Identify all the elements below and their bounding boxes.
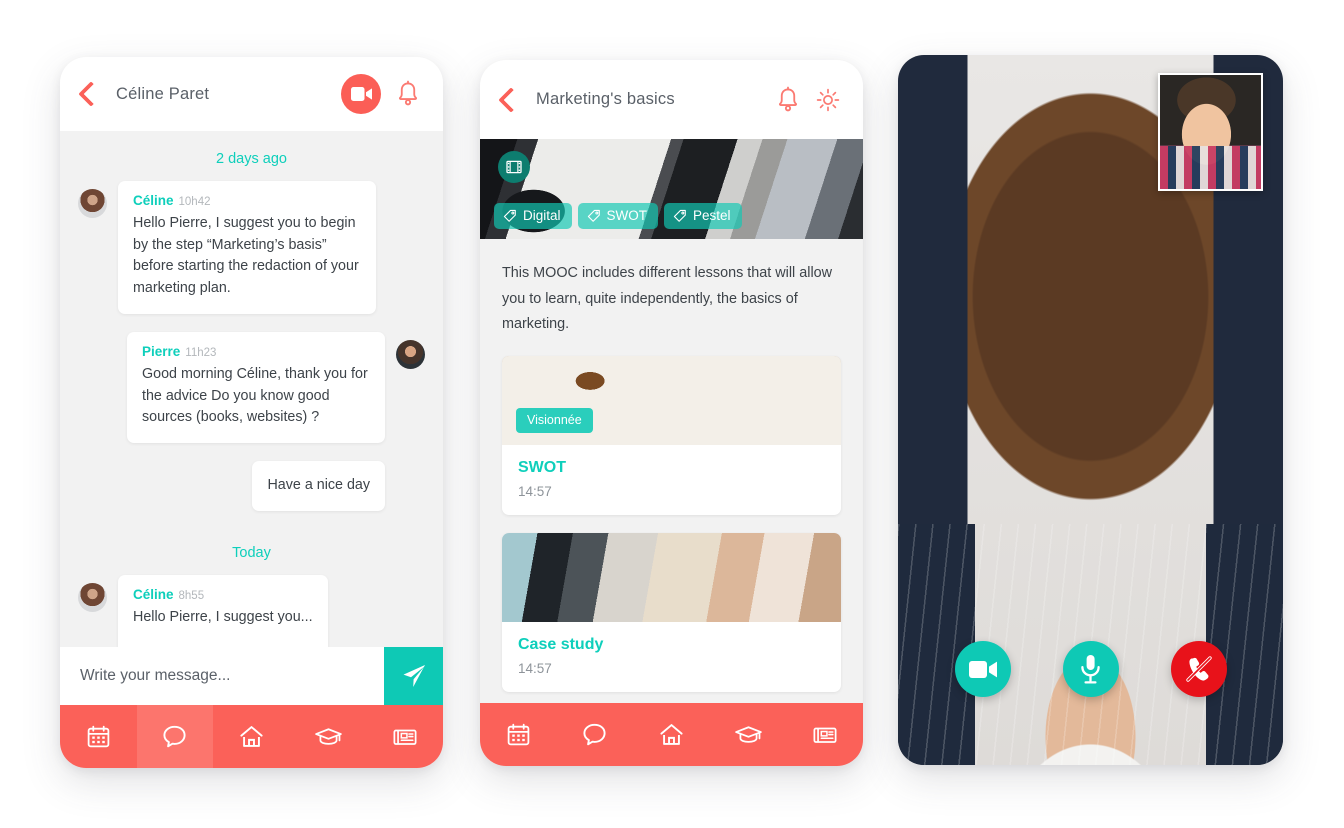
lesson-duration: 14:57: [518, 660, 552, 676]
avatar: [78, 582, 107, 612]
message-text: Have a nice day: [267, 477, 370, 494]
course-description: This MOOC includes different lessons tha…: [502, 265, 833, 333]
toggle-camera-button[interactable]: [954, 641, 1011, 697]
course-panel: Marketing's basics Digital SWOT Pestel T…: [480, 60, 863, 766]
message-text: Hello Pierre, I suggest you to begin by …: [133, 215, 359, 297]
lesson-watched-badge: Visionnée: [516, 407, 593, 433]
gear-icon[interactable]: [815, 86, 841, 114]
message-input[interactable]: [60, 667, 384, 685]
message-row: Pierre 11h23 Good morning Céline, thank y…: [78, 331, 425, 444]
calendar-icon: [87, 725, 110, 748]
home-icon: [660, 724, 683, 745]
tab-home[interactable]: [633, 703, 710, 766]
bottom-tabbar: [480, 703, 863, 766]
course-tag-label: Pestel: [693, 208, 731, 223]
chat-header: Céline Paret: [60, 57, 443, 131]
compose-bar: [60, 647, 443, 705]
message-bubble[interactable]: Pierre 11h23 Good morning Céline, thank y…: [127, 331, 385, 444]
message-sender: Céline: [133, 193, 174, 208]
course-hero-image: Digital SWOT Pestel: [480, 139, 863, 239]
tag-icon: [587, 209, 600, 222]
message-time: 11h23: [185, 346, 217, 359]
video-camera-icon: [968, 660, 997, 678]
message-row: Céline 10h42 Hello Pierre, I suggest you …: [78, 181, 425, 314]
news-icon: [813, 727, 837, 743]
play-video-badge[interactable]: [498, 151, 530, 183]
message-meta: Céline 10h42: [133, 192, 361, 210]
tag-icon: [673, 209, 686, 222]
message-time: 8h55: [178, 589, 205, 602]
lesson-card-swot[interactable]: Visionnée SWOT 14:57: [502, 355, 841, 515]
tab-home[interactable]: [213, 705, 290, 768]
bell-icon[interactable]: [775, 86, 801, 114]
toggle-microphone-button[interactable]: [1062, 641, 1119, 697]
hang-up-button[interactable]: [1170, 641, 1227, 697]
tab-chat[interactable]: [136, 705, 214, 768]
graduation-cap-icon: [314, 728, 342, 745]
film-reel-icon: [506, 160, 522, 174]
date-separator-second: Today: [232, 544, 271, 561]
tab-chat[interactable]: [557, 703, 634, 766]
message-text: Good morning Céline, thank you for the a…: [142, 365, 368, 426]
course-tag[interactable]: Pestel: [664, 203, 742, 229]
chat-contact-name: Céline Paret: [116, 84, 210, 103]
tab-calendar[interactable]: [480, 703, 557, 766]
course-header: Marketing's basics: [480, 60, 863, 139]
send-button[interactable]: [384, 647, 443, 705]
bell-icon[interactable]: [395, 80, 421, 108]
video-call-button[interactable]: [341, 74, 381, 114]
lesson-title: SWOT: [518, 458, 566, 476]
lesson-duration: 14:57: [518, 483, 552, 499]
lesson-thumb-image: [502, 532, 841, 622]
calendar-icon: [507, 723, 530, 746]
message-meta: Pierre 11h23: [142, 343, 370, 361]
lesson-thumbnail: Visionnée: [502, 355, 841, 445]
message-time: 10h42: [178, 196, 211, 208]
chat-bubble-icon: [583, 723, 606, 746]
course-tag-list: Digital SWOT Pestel: [494, 203, 742, 229]
course-content[interactable]: This MOOC includes different lessons tha…: [480, 239, 863, 766]
message-row: Have a nice day: [78, 461, 425, 511]
course-tag[interactable]: Digital: [494, 203, 572, 229]
lesson-title: Case study: [518, 635, 604, 653]
date-separator-first: 2 days ago: [216, 151, 287, 167]
tab-news[interactable]: [786, 703, 863, 766]
message-text: Hello Pierre, I suggest you...: [133, 608, 313, 625]
message-sender: Pierre: [142, 343, 181, 359]
course-tag-label: SWOT: [606, 208, 648, 223]
message-meta: Céline 8h55: [133, 586, 313, 604]
course-tag-label: Digital: [523, 208, 561, 223]
news-icon: [393, 729, 417, 745]
tab-courses[interactable]: [290, 705, 367, 768]
tab-courses[interactable]: [710, 703, 787, 766]
tab-news[interactable]: [366, 705, 443, 768]
bottom-tabbar: [60, 705, 443, 768]
avatar: [396, 339, 425, 369]
video-call-panel: [898, 55, 1283, 765]
lesson-info: Case study 14:57: [502, 622, 841, 692]
send-paper-plane-icon: [403, 665, 425, 687]
microphone-icon: [1081, 655, 1100, 684]
back-chevron-icon[interactable]: [498, 86, 524, 113]
tag-icon: [503, 209, 516, 222]
message-sender: Céline: [133, 586, 174, 602]
message-bubble[interactable]: Céline 10h42 Hello Pierre, I suggest you …: [118, 181, 376, 314]
avatar: [78, 189, 107, 218]
back-chevron-icon[interactable]: [78, 81, 104, 107]
call-controls: [898, 641, 1283, 697]
chat-bubble-icon: [163, 725, 186, 748]
video-camera-icon: [350, 87, 372, 101]
lesson-card-case-study[interactable]: Case study 14:57: [502, 532, 841, 692]
chat-panel: Céline Paret 2 days ago Céline 10h42 Hell…: [60, 57, 443, 768]
hang-up-icon: [1185, 656, 1212, 682]
home-icon: [240, 726, 263, 747]
lesson-info: SWOT 14:57: [502, 445, 841, 515]
self-video-thumbnail[interactable]: [1158, 73, 1263, 191]
course-tag[interactable]: SWOT: [577, 203, 659, 229]
lesson-thumbnail: [502, 532, 841, 622]
message-bubble[interactable]: Have a nice day: [252, 461, 385, 511]
graduation-cap-icon: [734, 726, 762, 743]
tab-calendar[interactable]: [60, 705, 137, 768]
course-page-title: Marketing's basics: [536, 90, 675, 108]
